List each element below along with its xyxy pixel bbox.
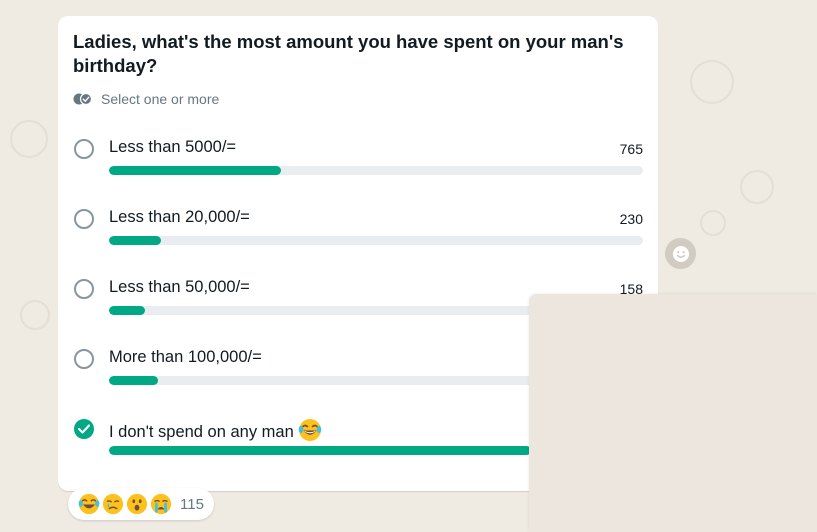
wallpaper-doodle <box>690 60 734 104</box>
poll-option-label: I don't spend on any man <box>109 418 322 447</box>
overlay-panel <box>529 294 817 532</box>
poll-option[interactable]: Less than 20,000/= 230 <box>73 204 643 266</box>
checked-radio-button[interactable] <box>74 419 94 439</box>
astonished-emoji-icon <box>126 493 148 515</box>
poll-hint-text: Select one or more <box>101 91 220 107</box>
radio-button[interactable] <box>74 209 94 229</box>
poll-option-label: Less than 20,000/= <box>109 208 250 226</box>
wallpaper-doodle <box>20 300 50 330</box>
poll-progress-fill <box>109 306 145 315</box>
poll-option[interactable]: Less than 5000/= 765 <box>73 134 643 196</box>
wallpaper-doodle <box>740 170 774 204</box>
tears-of-joy-emoji-icon <box>78 493 100 515</box>
poll-progress-fill <box>109 376 159 385</box>
double-check-icon <box>73 93 93 105</box>
poll-option-label-text: I don't spend on any man <box>109 423 294 441</box>
add-reaction-button[interactable] <box>665 238 696 269</box>
poll-progress-fill <box>109 166 282 175</box>
poll-progress-track <box>109 166 643 175</box>
radio-button[interactable] <box>74 139 94 159</box>
reactions-bar[interactable]: 115 <box>68 488 214 520</box>
poll-option-label: More than 100,000/= <box>109 348 262 366</box>
poll-question: Ladies, what's the most amount you have … <box>73 31 624 76</box>
wallpaper-doodle <box>10 120 48 158</box>
radio-button[interactable] <box>74 349 94 369</box>
radio-button[interactable] <box>74 279 94 299</box>
reaction-count: 115 <box>180 495 204 513</box>
tears-of-joy-emoji-icon <box>298 418 322 447</box>
poll-hint: Select one or more <box>73 90 219 108</box>
poll-option-vote-count: 765 <box>619 141 643 157</box>
poll-progress-fill <box>109 446 531 455</box>
checkmark-icon <box>78 424 90 434</box>
poll-progress-fill <box>109 236 161 245</box>
sad-tear-emoji-icon <box>102 493 124 515</box>
wallpaper-doodle <box>700 210 726 236</box>
poll-progress-track <box>109 236 643 245</box>
loudly-crying-emoji-icon <box>150 493 172 515</box>
smiley-icon <box>672 245 689 262</box>
poll-option-label: Less than 50,000/= <box>109 278 250 296</box>
poll-option-label: Less than 5000/= <box>109 138 237 156</box>
poll-option-vote-count: 230 <box>619 211 643 227</box>
